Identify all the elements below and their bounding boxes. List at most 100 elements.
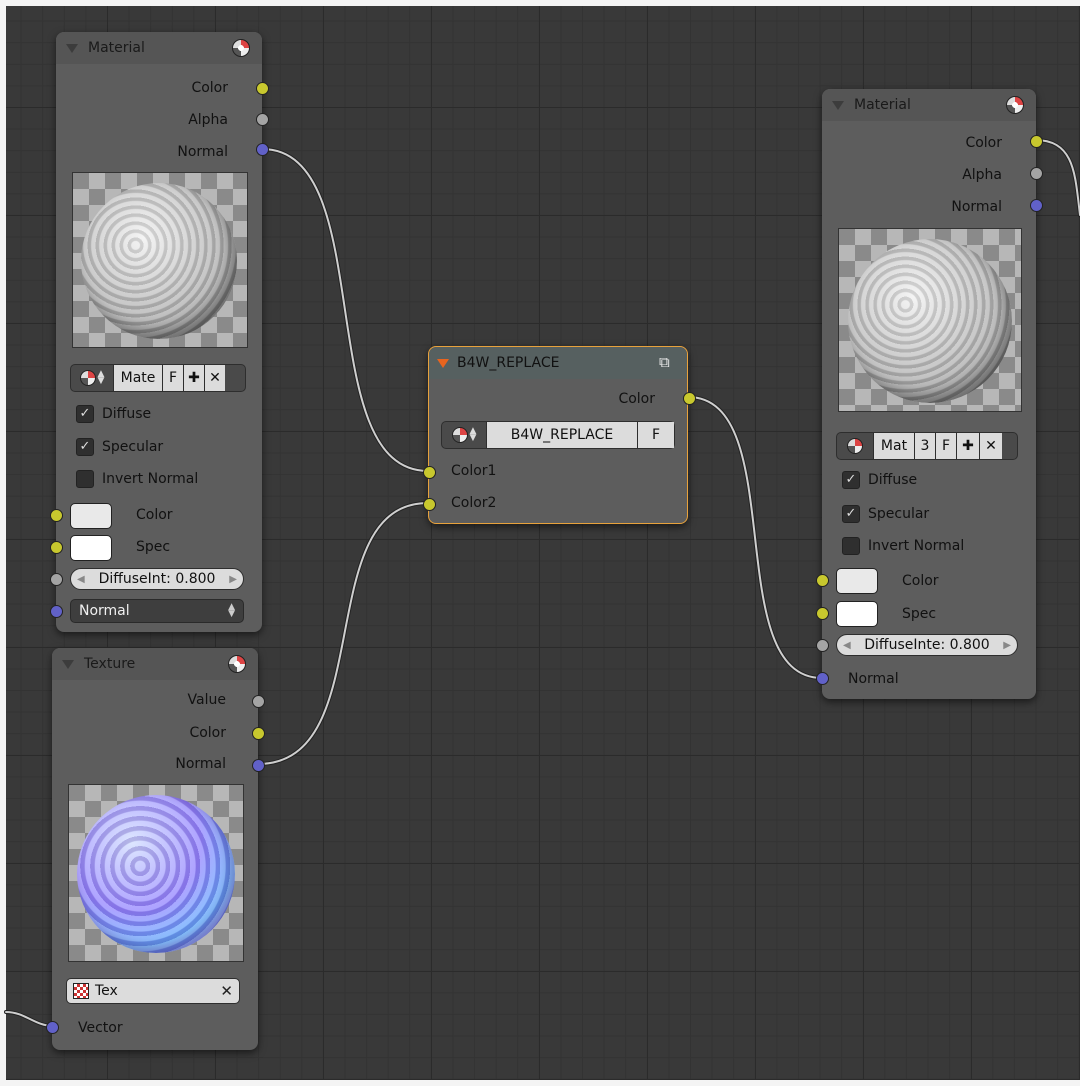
input-socket-normal[interactable]	[816, 672, 829, 685]
decrement-arrow-icon[interactable]: ◀	[843, 640, 851, 651]
node-title: Texture	[84, 656, 136, 672]
node-group-icon[interactable]: ⧉	[659, 353, 677, 371]
material-browse-button[interactable]	[837, 433, 874, 459]
plus-icon[interactable]: ✚	[184, 365, 205, 391]
input-socket-diffuse-intensity[interactable]	[50, 573, 63, 586]
slider-value: DiffuseInte: 0.800	[864, 637, 990, 653]
collapse-triangle-icon[interactable]	[62, 660, 74, 669]
preview-sphere	[81, 183, 237, 339]
material-name-field[interactable]: Mate	[114, 365, 163, 391]
spec-swatch[interactable]	[836, 601, 878, 627]
input-socket-vector[interactable]	[46, 1021, 59, 1034]
group-selector[interactable]: ▲ ▼ B4W_REPLACE F	[441, 421, 675, 449]
checkbox-invert-normal[interactable]: Invert Normal	[76, 470, 198, 488]
group-node-b4w-replace[interactable]: B4W_REPLACE ⧉ Color ▲ ▼ B4W_REPLACE F Col…	[423, 346, 696, 524]
input-socket-color[interactable]	[50, 509, 63, 522]
fake-user-button[interactable]: F	[936, 433, 957, 459]
input-socket-color2[interactable]	[423, 498, 436, 511]
texture-name[interactable]: Tex	[95, 983, 118, 999]
color-swatch[interactable]	[836, 568, 878, 594]
material-selector[interactable]: Mat 3 F ✚ ✕	[836, 432, 1018, 460]
fake-user-button[interactable]: F	[638, 422, 674, 448]
output-socket-normal[interactable]	[252, 759, 265, 772]
fake-user-button[interactable]: F	[163, 365, 184, 391]
updown-arrows-icon: ▲ ▼	[97, 369, 105, 386]
checkbox-specular[interactable]: ✓ Specular	[842, 505, 929, 523]
diffuse-intensity-slider[interactable]: ◀ DiffuseInt: 0.800 ▶	[70, 568, 244, 590]
output-socket-color[interactable]	[683, 392, 696, 405]
output-socket-alpha[interactable]	[1030, 167, 1043, 180]
input-socket-normal[interactable]	[50, 605, 63, 618]
material-node-2[interactable]: Material Color Alpha Normal Mat 3 F ✚ ✕ …	[816, 89, 1043, 699]
collapse-triangle-icon[interactable]	[832, 101, 844, 110]
input-socket-diffuse-intensity[interactable]	[816, 639, 829, 652]
checkbox-box[interactable]	[842, 537, 860, 555]
link-material-normal-to-color1[interactable]	[260, 147, 430, 473]
output-socket-normal[interactable]	[1030, 199, 1043, 212]
texture-node[interactable]: Texture Value Color Normal Tex ✕ Vector	[46, 648, 265, 1050]
check-icon[interactable]: ✓	[76, 405, 94, 423]
checkbox-label: Invert Normal	[102, 471, 199, 487]
checkbox-label: Diffuse	[102, 406, 152, 422]
increment-arrow-icon[interactable]: ▶	[229, 574, 237, 585]
spec-swatch[interactable]	[70, 535, 112, 561]
output-label-alpha: Alpha	[188, 112, 228, 128]
material-browse-button[interactable]: ▲ ▼	[71, 365, 114, 391]
output-label-color: Color	[618, 391, 655, 407]
node-header[interactable]: Texture	[52, 648, 258, 680]
x-icon[interactable]: ✕	[205, 365, 225, 391]
output-socket-color[interactable]	[256, 82, 269, 95]
output-socket-alpha[interactable]	[256, 113, 269, 126]
material-preview	[72, 172, 248, 348]
link-texture-normal-to-color2[interactable]	[256, 501, 430, 766]
preview-sphere	[77, 795, 235, 953]
output-socket-value[interactable]	[252, 695, 265, 708]
material-icon	[847, 438, 863, 454]
output-label-color: Color	[189, 725, 226, 741]
checkbox-diffuse[interactable]: ✓ Diffuse	[76, 405, 151, 423]
collapse-triangle-icon[interactable]	[437, 359, 449, 368]
diffuse-intensity-slider[interactable]: ◀ DiffuseInte: 0.800 ▶	[836, 634, 1018, 656]
input-label-color2: Color2	[451, 495, 497, 511]
output-socket-color[interactable]	[252, 727, 265, 740]
output-label-normal: Normal	[177, 144, 228, 160]
node-tree-icon	[451, 427, 468, 443]
node-title: Material	[88, 40, 145, 56]
normal-dropdown[interactable]: Normal ▲ ▼	[70, 599, 244, 623]
checkbox-specular[interactable]: ✓ Specular	[76, 438, 163, 456]
editor-bottom-edge	[0, 1080, 1080, 1086]
texture-selector[interactable]: Tex ✕	[66, 978, 240, 1004]
check-icon[interactable]: ✓	[842, 505, 860, 523]
node-header[interactable]: Material	[56, 32, 262, 64]
user-count-field[interactable]: 3	[915, 433, 936, 459]
input-socket-color1[interactable]	[423, 466, 436, 479]
output-socket-color[interactable]	[1030, 135, 1043, 148]
material-node[interactable]: Material Color Alpha Normal ▲ ▼ Mate F ✚ …	[50, 32, 269, 632]
checkbox-diffuse[interactable]: ✓ Diffuse	[842, 471, 917, 489]
check-icon[interactable]: ✓	[76, 438, 94, 456]
link-replace-color-to-normal[interactable]	[686, 395, 824, 680]
material-name-field[interactable]: Mat	[874, 433, 915, 459]
checkbox-box[interactable]	[76, 470, 94, 488]
spec-input-label: Spec	[902, 606, 937, 622]
output-socket-normal[interactable]	[256, 143, 269, 156]
color-swatch[interactable]	[70, 503, 112, 529]
check-icon[interactable]: ✓	[842, 471, 860, 489]
material-selector[interactable]: ▲ ▼ Mate F ✚ ✕	[70, 364, 246, 392]
node-header[interactable]: B4W_REPLACE ⧉	[429, 347, 687, 379]
output-label-normal: Normal	[175, 756, 226, 772]
group-browse-button[interactable]: ▲ ▼	[442, 422, 487, 448]
checkbox-invert-normal[interactable]: Invert Normal	[842, 537, 964, 555]
input-socket-spec[interactable]	[816, 607, 829, 620]
increment-arrow-icon[interactable]: ▶	[1003, 640, 1011, 651]
input-socket-spec[interactable]	[50, 541, 63, 554]
plus-icon[interactable]: ✚	[957, 433, 980, 459]
vector-input-label: Vector	[78, 1020, 123, 1036]
collapse-triangle-icon[interactable]	[66, 44, 78, 53]
x-icon[interactable]: ✕	[220, 982, 233, 1000]
input-socket-color[interactable]	[816, 574, 829, 587]
decrement-arrow-icon[interactable]: ◀	[77, 574, 85, 585]
group-name-field[interactable]: B4W_REPLACE	[487, 422, 638, 448]
node-header[interactable]: Material	[822, 89, 1036, 121]
x-icon[interactable]: ✕	[980, 433, 1002, 459]
